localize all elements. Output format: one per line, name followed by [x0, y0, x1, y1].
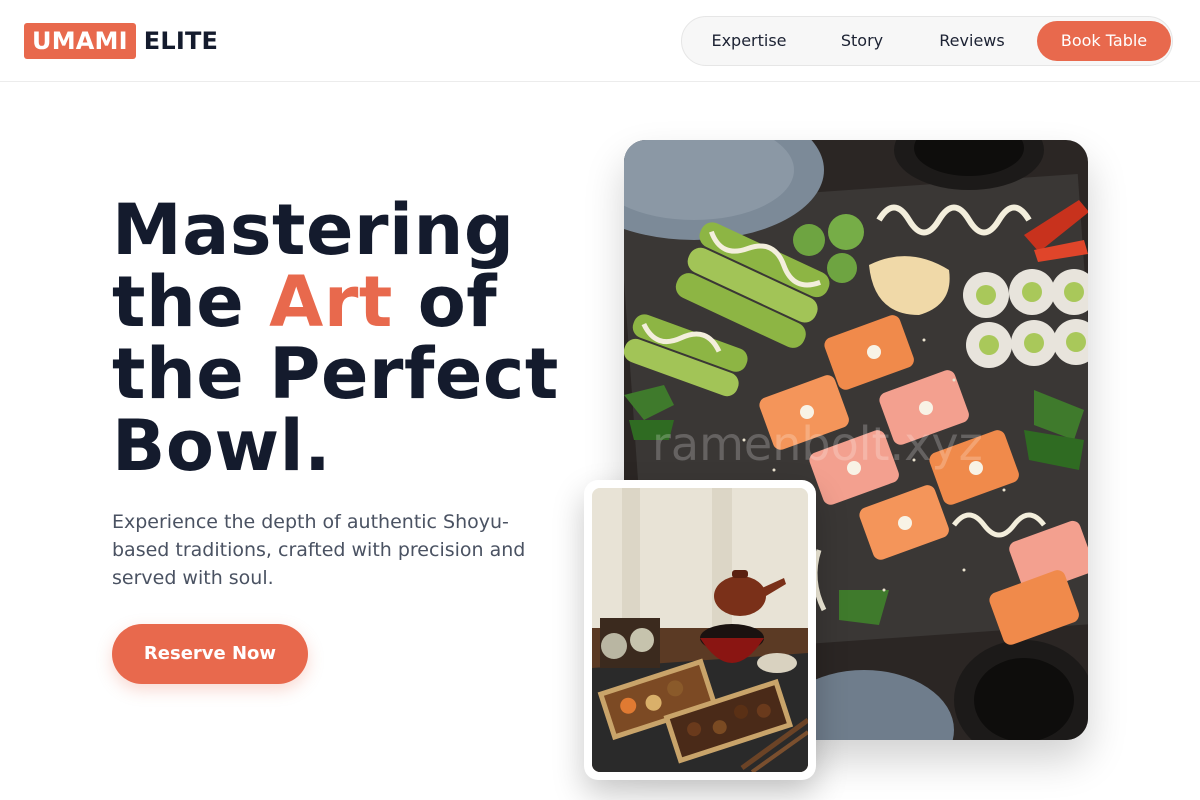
hero-headline: Mastering the Art of the Perfect Bowl.	[112, 194, 602, 482]
bento-tray-image	[592, 488, 808, 772]
main-nav: Expertise Story Reviews Book Table	[681, 16, 1173, 66]
bento-tray-image-card	[584, 480, 816, 780]
nav-link-story[interactable]: Story	[832, 17, 892, 65]
nav-link-expertise[interactable]: Expertise	[704, 17, 794, 65]
headline-accent-word: Art	[269, 261, 393, 343]
reserve-now-button[interactable]: Reserve Now	[112, 624, 308, 684]
headline-line-1: Mastering	[112, 189, 515, 271]
brand-logo[interactable]: UMAMI ELITE	[24, 23, 218, 59]
book-table-button[interactable]: Book Table	[1037, 21, 1171, 61]
hero-description: Experience the depth of authentic Shoyu-…	[112, 511, 526, 589]
headline-line-3: the Perfect	[112, 333, 559, 415]
nav-link-reviews[interactable]: Reviews	[932, 17, 1012, 65]
headline-line-2-start: the	[112, 261, 270, 343]
image-watermark: ramenbolt.xyz	[652, 417, 983, 471]
site-header: UMAMI ELITE Expertise Story Reviews Book…	[0, 0, 1200, 82]
headline-line-2-end: of	[392, 261, 498, 343]
headline-line-4: Bowl.	[112, 405, 332, 487]
brand-name: ELITE	[143, 27, 219, 55]
brand-mark: UMAMI	[24, 23, 136, 59]
